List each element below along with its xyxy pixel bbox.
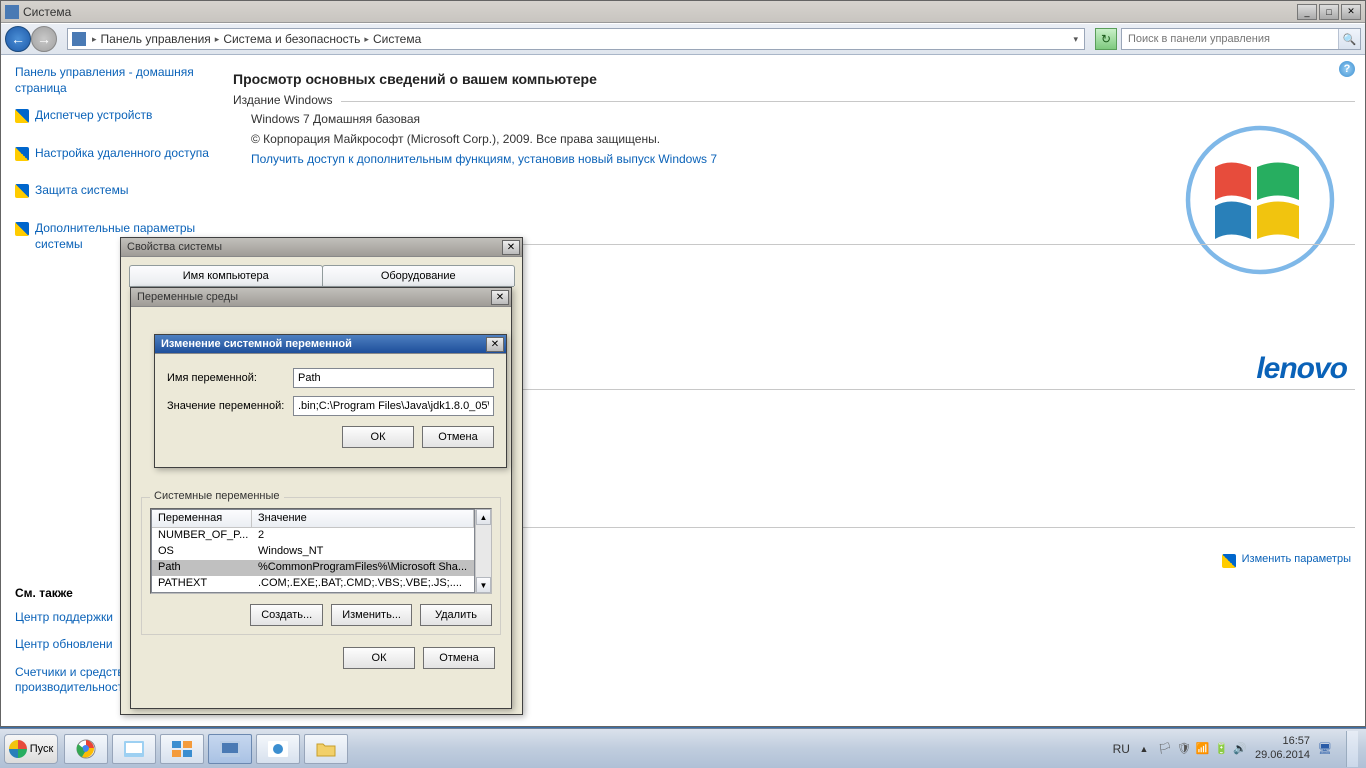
- scroll-up-icon[interactable]: ▲: [476, 509, 491, 525]
- start-orb-icon: [9, 740, 27, 758]
- refresh-button[interactable]: ↻: [1095, 28, 1117, 50]
- close-icon[interactable]: ✕: [486, 337, 504, 352]
- flag-icon[interactable]: 🏳: [1158, 742, 1172, 755]
- dialog-titlebar[interactable]: Переменные среды ✕: [131, 288, 511, 307]
- tab-computer-name[interactable]: Имя компьютера: [129, 265, 323, 286]
- edit-button[interactable]: Изменить...: [331, 604, 412, 626]
- cancel-button[interactable]: Отмена: [422, 426, 494, 448]
- ok-button[interactable]: ОК: [342, 426, 414, 448]
- col-value[interactable]: Значение: [252, 510, 474, 527]
- window-icon: [5, 5, 19, 19]
- taskbar-system-properties[interactable]: [208, 734, 252, 764]
- tray-icon[interactable]: 🛡: [1177, 742, 1191, 755]
- var-name-label: Имя переменной:: [167, 372, 285, 384]
- edition-legend: Издание Windows: [233, 93, 341, 107]
- table-row[interactable]: OS Windows_NT: [152, 544, 474, 560]
- shield-icon: [15, 147, 29, 161]
- tab-hardware[interactable]: Оборудование: [322, 265, 516, 286]
- var-value-label: Значение переменной:: [167, 400, 285, 412]
- tabs: Имя компьютера Оборудование: [129, 265, 514, 287]
- date-text: 29.06.2014: [1255, 749, 1310, 762]
- table-row[interactable]: PATHEXT .COM;.EXE;.BAT;.CMD;.VBS;.VBE;.J…: [152, 576, 474, 592]
- clock[interactable]: 16:57 29.06.2014: [1255, 735, 1310, 761]
- crumb-security[interactable]: Система и безопасность: [221, 32, 362, 46]
- sidebar-device-manager[interactable]: Диспетчер устройств: [35, 108, 152, 124]
- dialog-title: Свойства системы: [127, 241, 502, 253]
- dialog-title: Переменные среды: [137, 291, 491, 303]
- new-button[interactable]: Создать...: [250, 604, 323, 626]
- window-title: Система: [23, 5, 1297, 19]
- time-text: 16:57: [1255, 735, 1310, 748]
- edit-variable-dialog: Изменение системной переменной ✕ Имя пер…: [154, 334, 507, 468]
- lenovo-logo: lenovo: [1256, 352, 1347, 386]
- close-icon[interactable]: ✕: [502, 240, 520, 255]
- dialog-titlebar[interactable]: Свойства системы ✕: [121, 238, 522, 257]
- sidebar-protection[interactable]: Защита системы: [35, 183, 128, 199]
- sidebar-home[interactable]: Панель управления - домашняя страница: [15, 65, 223, 96]
- tray-icons: 🏳 🛡 📶 🔋 🔊: [1158, 742, 1247, 755]
- system-vars-fieldset: Системные переменные Переменная Значение…: [141, 497, 501, 635]
- scrollbar[interactable]: ▲ ▼: [475, 509, 491, 593]
- chevron-right-icon[interactable]: ▸: [92, 34, 97, 45]
- start-button[interactable]: Пуск: [4, 734, 58, 764]
- close-button[interactable]: ✕: [1341, 4, 1361, 20]
- chevron-right-icon[interactable]: ▸: [364, 34, 369, 45]
- tray-expand-icon[interactable]: ▲: [1138, 742, 1150, 756]
- battery-icon[interactable]: 🔋: [1215, 742, 1229, 755]
- delete-button[interactable]: Удалить: [420, 604, 492, 626]
- back-button[interactable]: ←: [5, 26, 31, 52]
- shield-icon: [15, 109, 29, 123]
- shield-icon: [15, 184, 29, 198]
- cancel-button[interactable]: Отмена: [423, 647, 495, 669]
- nav-toolbar: ← → ▸ Панель управления ▸ Система и безо…: [1, 23, 1365, 55]
- fieldset-legend: Системные переменные: [150, 490, 284, 502]
- scroll-down-icon[interactable]: ▼: [476, 577, 491, 593]
- var-name-input[interactable]: [293, 368, 494, 388]
- network-icon[interactable]: 📶: [1196, 742, 1210, 755]
- taskbar-item[interactable]: [160, 734, 204, 764]
- taskbar-item[interactable]: [256, 734, 300, 764]
- edition-name: Windows 7 Домашняя базовая: [251, 112, 1355, 126]
- breadcrumb[interactable]: ▸ Панель управления ▸ Система и безопасн…: [67, 28, 1085, 50]
- table-row[interactable]: NUMBER_OF_P... 2: [152, 528, 474, 544]
- forward-button[interactable]: →: [31, 26, 57, 52]
- sidebar-remote[interactable]: Настройка удаленного доступа: [35, 146, 209, 162]
- dialog-titlebar[interactable]: Изменение системной переменной ✕: [155, 335, 506, 354]
- crumb-control-panel[interactable]: Панель управления: [99, 32, 213, 46]
- var-value-input[interactable]: [293, 396, 494, 416]
- volume-icon[interactable]: 🔊: [1233, 742, 1247, 755]
- crumb-system[interactable]: Система: [371, 32, 423, 46]
- taskbar-explorer[interactable]: [304, 734, 348, 764]
- minimize-button[interactable]: _: [1297, 4, 1317, 20]
- show-desktop-button[interactable]: [1346, 731, 1358, 767]
- help-icon[interactable]: ?: [1339, 61, 1355, 77]
- dialog-title: Изменение системной переменной: [161, 338, 486, 350]
- taskbar-chrome[interactable]: [64, 734, 108, 764]
- maximize-button[interactable]: □: [1319, 4, 1339, 20]
- language-indicator[interactable]: RU: [1113, 742, 1130, 756]
- page-title: Просмотр основных сведений о вашем компь…: [233, 71, 1355, 87]
- window-titlebar[interactable]: Система _ □ ✕: [1, 1, 1365, 23]
- system-vars-table[interactable]: Переменная Значение NUMBER_OF_P... 2 OS …: [151, 509, 475, 593]
- taskbar: Пуск RU ▲ 🏳 🛡 📶 🔋 🔊 16:57 29.06.2014 🖥: [0, 728, 1366, 768]
- col-variable[interactable]: Переменная: [152, 510, 252, 527]
- shield-icon: [15, 222, 29, 236]
- computer-icon: [72, 32, 86, 46]
- chevron-down-icon[interactable]: ▾: [1073, 34, 1078, 45]
- search-input[interactable]: [1122, 29, 1338, 49]
- taskbar-item[interactable]: [112, 734, 156, 764]
- search-button[interactable]: 🔍: [1338, 29, 1360, 49]
- tray-monitor-icon[interactable]: 🖥: [1318, 742, 1332, 755]
- table-row[interactable]: Path %CommonProgramFiles%\Microsoft Sha.…: [152, 560, 474, 576]
- start-label: Пуск: [30, 743, 54, 755]
- chevron-right-icon[interactable]: ▸: [215, 34, 220, 45]
- close-icon[interactable]: ✕: [491, 290, 509, 305]
- search-box: 🔍: [1121, 28, 1361, 50]
- system-tray: RU ▲ 🏳 🛡 📶 🔋 🔊 16:57 29.06.2014 🖥: [1113, 731, 1366, 767]
- ok-button[interactable]: ОК: [343, 647, 415, 669]
